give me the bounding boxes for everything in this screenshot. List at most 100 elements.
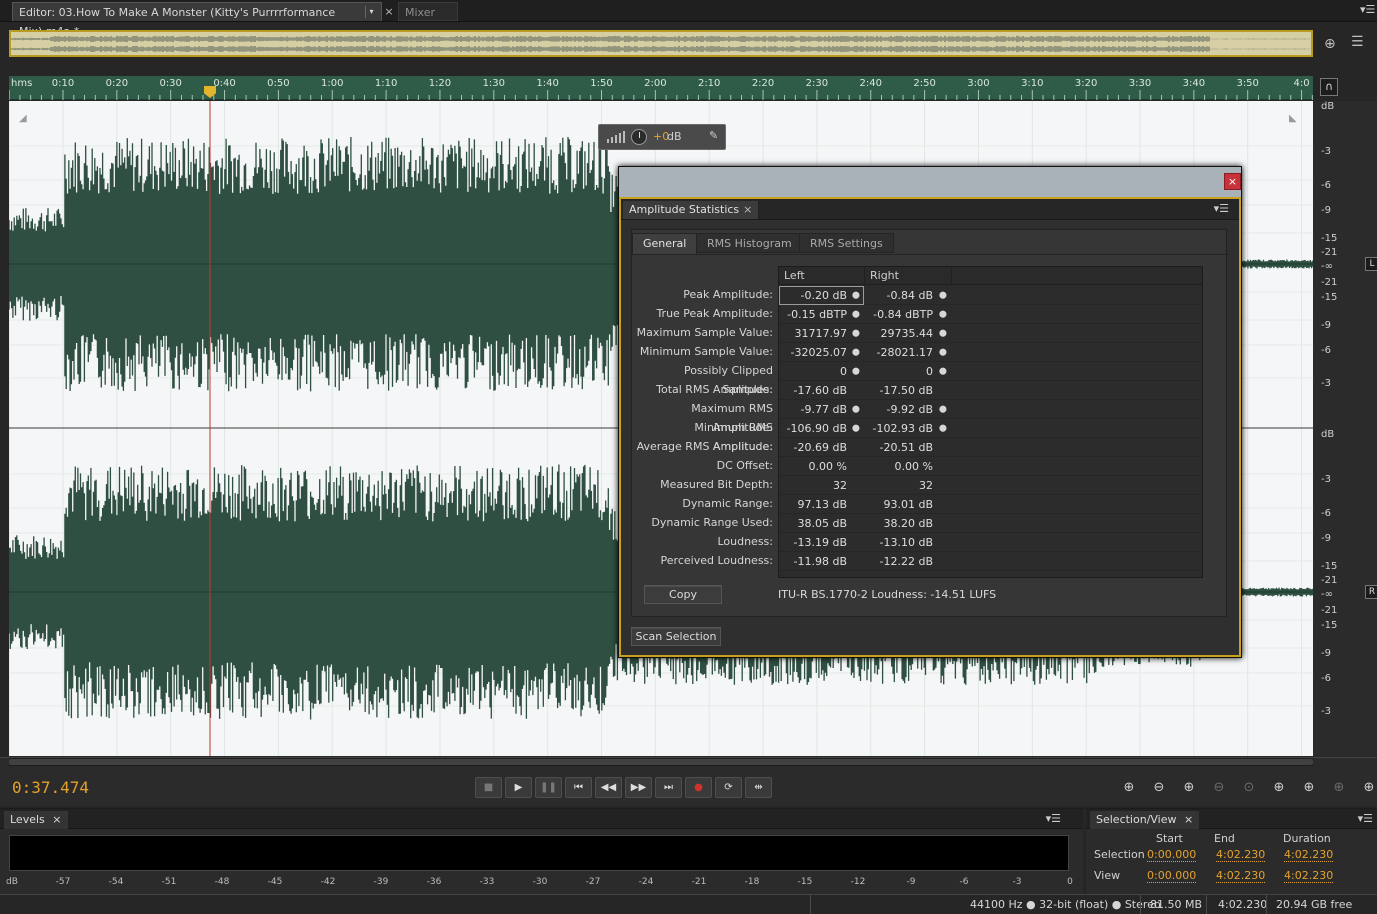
- value-left[interactable]: 38.05 dB: [779, 514, 847, 533]
- value-right[interactable]: -0.84 dB: [865, 286, 934, 305]
- panel-options-icon[interactable]: ☰: [1351, 34, 1364, 50]
- headphones-icon[interactable]: ∩: [1320, 78, 1338, 96]
- pin-icon[interactable]: ✎: [709, 129, 718, 142]
- record-button[interactable]: ●: [685, 777, 712, 798]
- locate-marker-icon[interactable]: ⬤: [939, 328, 947, 338]
- rewind-button[interactable]: ◀◀: [595, 777, 622, 798]
- view-end-field[interactable]: 4:02.230: [1216, 869, 1266, 883]
- value-right[interactable]: 0: [865, 362, 933, 381]
- locate-marker-icon[interactable]: ⬤: [852, 404, 860, 414]
- zoom-in-time-button[interactable]: ⊕: [1178, 778, 1200, 798]
- pause-button[interactable]: ❚❚: [535, 777, 562, 798]
- value-left[interactable]: 0: [779, 362, 847, 381]
- value-left[interactable]: -32025.07: [779, 343, 847, 362]
- value-right[interactable]: -102.93 dB: [865, 419, 933, 438]
- left-channel-toggle[interactable]: L: [1365, 257, 1377, 271]
- locate-marker-icon[interactable]: ⬤: [852, 366, 860, 376]
- zoom-selected-tracks-button[interactable]: ⊕: [1358, 778, 1377, 798]
- levels-menu-icon[interactable]: ▾☰: [1046, 812, 1061, 825]
- tab-selection-view[interactable]: Selection/View ×: [1090, 811, 1200, 829]
- right-channel-toggle[interactable]: R: [1365, 585, 1377, 599]
- fade-out-handle-icon[interactable]: ◣: [1289, 113, 1297, 124]
- tab-general[interactable]: General: [632, 233, 698, 254]
- scrollbar-thumb[interactable]: [9, 759, 1313, 765]
- locate-marker-icon[interactable]: ⬤: [939, 309, 947, 319]
- locate-marker-icon[interactable]: ⬤: [852, 309, 860, 319]
- locate-marker-icon[interactable]: ⬤: [852, 423, 860, 433]
- value-left[interactable]: 0.00 %: [779, 457, 847, 476]
- file-dropdown-icon[interactable]: ▾: [365, 6, 377, 18]
- value-left[interactable]: 31717.97: [779, 324, 848, 343]
- volume-knob[interactable]: [631, 129, 647, 145]
- loop-playback-button[interactable]: ⟳: [715, 777, 742, 798]
- volume-hud[interactable]: +0 dB ✎: [598, 124, 726, 150]
- copy-button[interactable]: Copy: [644, 585, 722, 604]
- value-right[interactable]: 38.20 dB: [865, 514, 933, 533]
- value-right[interactable]: 0.00 %: [865, 457, 933, 476]
- tab-editor[interactable]: Editor: 03.How To Make A Monster (Kitty'…: [12, 2, 382, 38]
- selection-duration-field[interactable]: 4:02.230: [1284, 848, 1334, 862]
- value-right[interactable]: -17.50 dB: [865, 381, 934, 400]
- zoom-in-amplitude-button[interactable]: ⊕: [1118, 778, 1140, 798]
- locate-marker-icon[interactable]: ⬤: [939, 347, 947, 357]
- panel-menu-icon[interactable]: ▾☰: [1214, 202, 1229, 215]
- stop-button[interactable]: ■: [475, 777, 502, 798]
- move-to-next-button[interactable]: ⏭: [655, 777, 682, 798]
- dialog-title-bar[interactable]: [619, 167, 1241, 197]
- tab-mixer[interactable]: Mixer: [398, 2, 458, 21]
- locate-marker-icon[interactable]: ⬤: [939, 290, 947, 300]
- value-right[interactable]: -12.22 dB: [865, 552, 934, 571]
- selection-start-field[interactable]: 0:00.000: [1147, 848, 1197, 862]
- value-right[interactable]: -9.92 dB: [865, 400, 934, 419]
- panel-close-icon[interactable]: ×: [743, 203, 752, 216]
- value-right[interactable]: 32: [865, 476, 933, 495]
- level-meter[interactable]: [9, 835, 1069, 871]
- selection-view-close-icon[interactable]: ×: [1184, 813, 1193, 826]
- zoom-out-time-button[interactable]: ⊖: [1208, 778, 1230, 798]
- waveform-overview[interactable]: [9, 30, 1313, 57]
- panel-tab-amplitude-statistics[interactable]: Amplitude Statistics ×: [623, 201, 760, 219]
- skip-selection-button[interactable]: ⇹: [745, 777, 772, 798]
- play-button[interactable]: ▶: [505, 777, 532, 798]
- value-left[interactable]: -17.60 dB: [779, 381, 848, 400]
- selection-view-menu-icon[interactable]: ▾☰: [1358, 812, 1373, 825]
- locate-marker-icon[interactable]: ⬤: [852, 328, 860, 338]
- value-right[interactable]: 93.01 dB: [865, 495, 933, 514]
- value-left[interactable]: -106.90 dB: [779, 419, 847, 438]
- zoom-navigator-icon[interactable]: ⊕: [1324, 36, 1336, 52]
- zoom-to-selection-button[interactable]: ⊕: [1328, 778, 1350, 798]
- fade-in-handle-icon[interactable]: ◢: [19, 113, 27, 124]
- value-right[interactable]: -20.51 dB: [865, 438, 934, 457]
- value-right[interactable]: 29735.44: [865, 324, 934, 343]
- locate-marker-icon[interactable]: ⬤: [852, 290, 860, 300]
- close-editor-icon[interactable]: ×: [382, 2, 396, 21]
- value-right[interactable]: -0.84 dBTP: [865, 305, 933, 324]
- value-left[interactable]: 97.13 dB: [779, 495, 847, 514]
- scan-selection-button[interactable]: Scan Selection: [631, 627, 721, 646]
- panel-menu-icon[interactable]: ▾☰: [1360, 3, 1375, 16]
- value-left[interactable]: -9.77 dB: [779, 400, 848, 419]
- horizontal-scrollbar[interactable]: [9, 758, 1313, 766]
- value-left[interactable]: -11.98 dB: [779, 552, 848, 571]
- value-right[interactable]: -28021.17: [865, 343, 933, 362]
- selection-end-field[interactable]: 4:02.230: [1216, 848, 1266, 862]
- amplitude-ruler[interactable]: dB -3 -6 -9 -15 -21 -∞ -21 -15 -9 -6 -3 dB -3 -6 -9 -15 -…: [1313, 101, 1377, 756]
- zoom-out-amplitude-button[interactable]: ⊖: [1148, 778, 1170, 798]
- locate-marker-icon[interactable]: ⬤: [852, 347, 860, 357]
- value-left[interactable]: -13.19 dB: [779, 533, 848, 552]
- value-right[interactable]: -13.10 dB: [865, 533, 934, 552]
- tab-levels[interactable]: Levels ×: [4, 811, 68, 829]
- zoom-in-at-out-point-button[interactable]: ⊕: [1298, 778, 1320, 798]
- dialog-close-button[interactable]: ×: [1224, 173, 1241, 190]
- value-left[interactable]: 32: [779, 476, 847, 495]
- locate-marker-icon[interactable]: ⬤: [939, 366, 947, 376]
- tab-rms-settings[interactable]: RMS Settings: [799, 233, 894, 253]
- value-left[interactable]: -0.20 dB: [779, 286, 848, 305]
- view-duration-field[interactable]: 4:02.230: [1284, 869, 1334, 883]
- value-left[interactable]: -0.15 dBTP: [779, 305, 847, 324]
- view-start-field[interactable]: 0:00.000: [1147, 869, 1197, 883]
- value-left[interactable]: -20.69 dB: [779, 438, 848, 457]
- current-time-display[interactable]: 0:37.474: [12, 778, 89, 797]
- levels-close-icon[interactable]: ×: [52, 813, 61, 826]
- zoom-out-full-button[interactable]: ⊙: [1238, 778, 1260, 798]
